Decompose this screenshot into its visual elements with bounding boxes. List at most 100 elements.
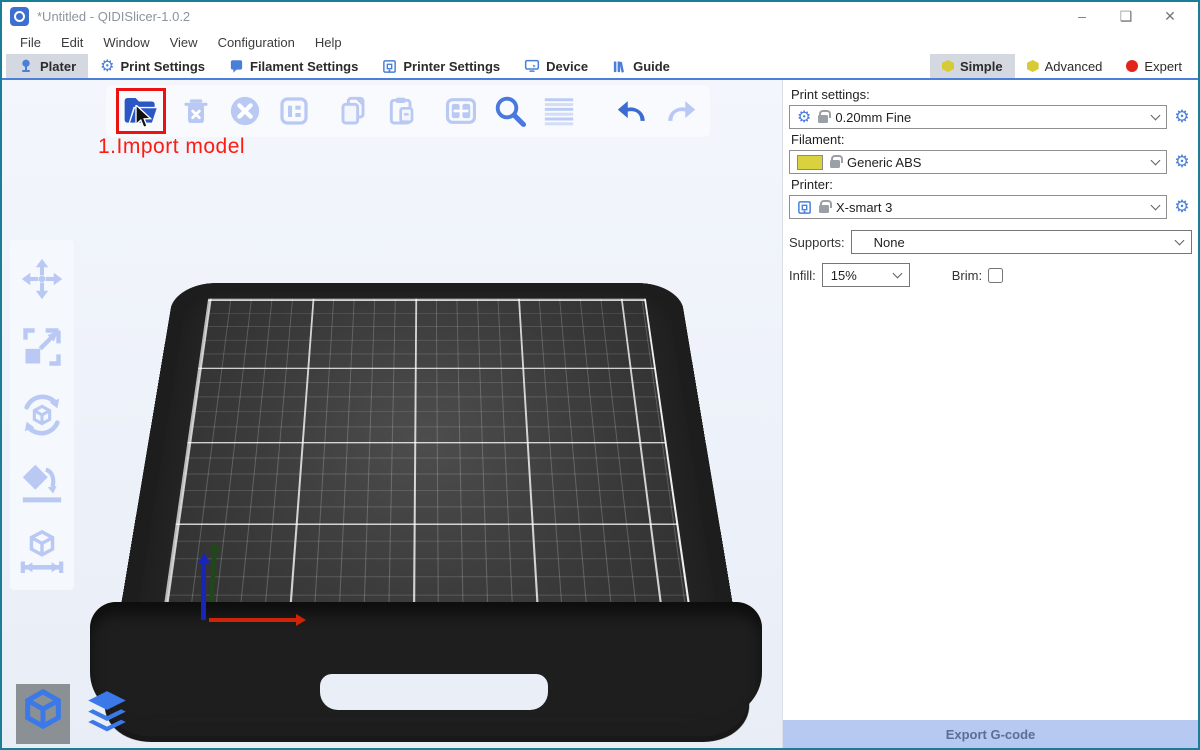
mode-simple[interactable]: Simple [930,54,1015,78]
lock-icon [819,205,829,213]
tab-bar: Plater ⚙ Print Settings Filament Setting… [2,54,1198,80]
measure-gizmo-button[interactable] [19,528,65,574]
mode-advanced[interactable]: Advanced [1015,54,1115,78]
mode-expert[interactable]: Expert [1114,54,1194,78]
tab-filament-settings[interactable]: Filament Settings [217,54,370,78]
delete-button[interactable] [177,92,215,130]
supports-combo[interactable]: None [851,230,1192,254]
place-on-face-gizmo-button[interactable] [19,460,65,506]
view-toggles [16,684,134,744]
plater-icon [18,58,34,74]
mouse-cursor-icon [133,105,155,129]
chevron-down-icon [1175,236,1185,246]
export-gcode-button[interactable]: Export G-code [783,720,1198,748]
tab-guide-label: Guide [633,59,670,74]
search-icon [492,93,528,129]
edit-filament-button[interactable]: ⚙ [1172,154,1192,171]
x-axis-arrow [209,618,297,622]
printer-value: X-smart 3 [836,200,892,215]
undo-arrow-icon [615,94,649,128]
printer-combo[interactable]: X-smart 3 [789,195,1167,219]
filament-combo[interactable]: Generic ABS [789,150,1167,174]
layers-icon [82,687,132,737]
close-button[interactable]: ✕ [1148,8,1192,25]
move-gizmo-button[interactable] [19,256,65,302]
copy-button[interactable] [334,92,372,130]
variable-layer-height-button[interactable] [540,92,578,130]
tab-printer-settings-label: Printer Settings [403,59,500,74]
layer-lines-icon [542,94,576,128]
advanced-mode-icon [1027,60,1039,72]
delete-all-circle-icon [228,94,262,128]
menu-help[interactable]: Help [305,33,352,52]
chevron-down-icon [892,269,902,279]
title-bar: *Untitled - QIDISlicer-1.0.2 – ❑ ✕ [2,2,1198,30]
gizmo-toolbar [10,240,74,590]
mode-advanced-label: Advanced [1045,59,1103,74]
app-logo-icon [10,7,29,26]
menu-edit[interactable]: Edit [51,33,93,52]
infill-combo[interactable]: 15% [822,263,910,287]
menu-configuration[interactable]: Configuration [208,33,305,52]
tab-guide[interactable]: Guide [600,54,682,78]
window-title: *Untitled - QIDISlicer-1.0.2 [37,9,190,24]
paste-clipboard-icon [386,95,418,127]
minimize-button[interactable]: – [1060,8,1104,24]
brim-checkbox[interactable] [988,268,1003,283]
3d-cube-icon [20,687,66,733]
lock-icon [830,160,840,168]
z-axis-arrow [201,562,206,620]
menu-window[interactable]: Window [93,33,159,52]
tab-device[interactable]: Device [512,54,600,78]
delete-all-button[interactable] [226,92,264,130]
search-button[interactable] [491,92,529,130]
tab-printer-settings[interactable]: Printer Settings [370,54,512,78]
filament-icon [229,59,244,74]
print-bed [142,165,712,748]
filament-color-swatch [797,155,823,170]
3d-viewport[interactable]: 1.Import model [2,80,782,748]
bed-front-rim [90,602,762,718]
print-settings-value: 0.20mm Fine [835,110,911,125]
3d-view-toggle[interactable] [16,684,70,744]
arrange-grid-icon [278,95,310,127]
menu-view[interactable]: View [160,33,208,52]
supports-label: Supports: [789,235,845,250]
paste-button[interactable] [383,92,421,130]
edit-printer-button[interactable]: ⚙ [1172,199,1192,216]
infill-label: Infill: [789,268,816,283]
redo-arrow-icon [664,94,698,128]
print-settings-label: Print settings: [791,87,1192,102]
mode-simple-label: Simple [960,59,1003,74]
menu-file[interactable]: File [10,33,51,52]
copy-icon [337,95,369,127]
printer-icon [797,200,812,215]
tab-print-settings-label: Print Settings [120,59,205,74]
filament-value: Generic ABS [847,155,921,170]
layers-view-toggle[interactable] [80,684,134,744]
supports-value: None [860,235,905,250]
print-settings-combo[interactable]: ⚙ 0.20mm Fine [789,105,1167,129]
chevron-down-icon [1151,201,1161,211]
tab-plater-label: Plater [40,59,76,74]
place-on-face-icon [19,460,65,506]
y-axis-arrow [209,550,217,602]
scale-gizmo-button[interactable] [19,324,65,370]
preset-gear-icon: ⚙ [797,109,811,125]
edit-print-settings-button[interactable]: ⚙ [1172,109,1192,126]
trash-delete-icon [180,95,212,127]
split-objects-button[interactable] [442,92,480,130]
measure-icon [19,528,65,574]
maximize-button[interactable]: ❑ [1104,8,1148,25]
chevron-down-icon [1151,156,1161,166]
lock-icon [818,115,828,123]
undo-button[interactable] [613,92,651,130]
tab-plater[interactable]: Plater [6,54,88,78]
move-icon [20,257,64,301]
tab-print-settings[interactable]: ⚙ Print Settings [88,54,217,78]
arrange-button[interactable] [275,92,313,130]
plater-toolbar [106,85,710,137]
rotate-icon [19,392,65,438]
rotate-gizmo-button[interactable] [19,392,65,438]
redo-button[interactable] [662,92,700,130]
